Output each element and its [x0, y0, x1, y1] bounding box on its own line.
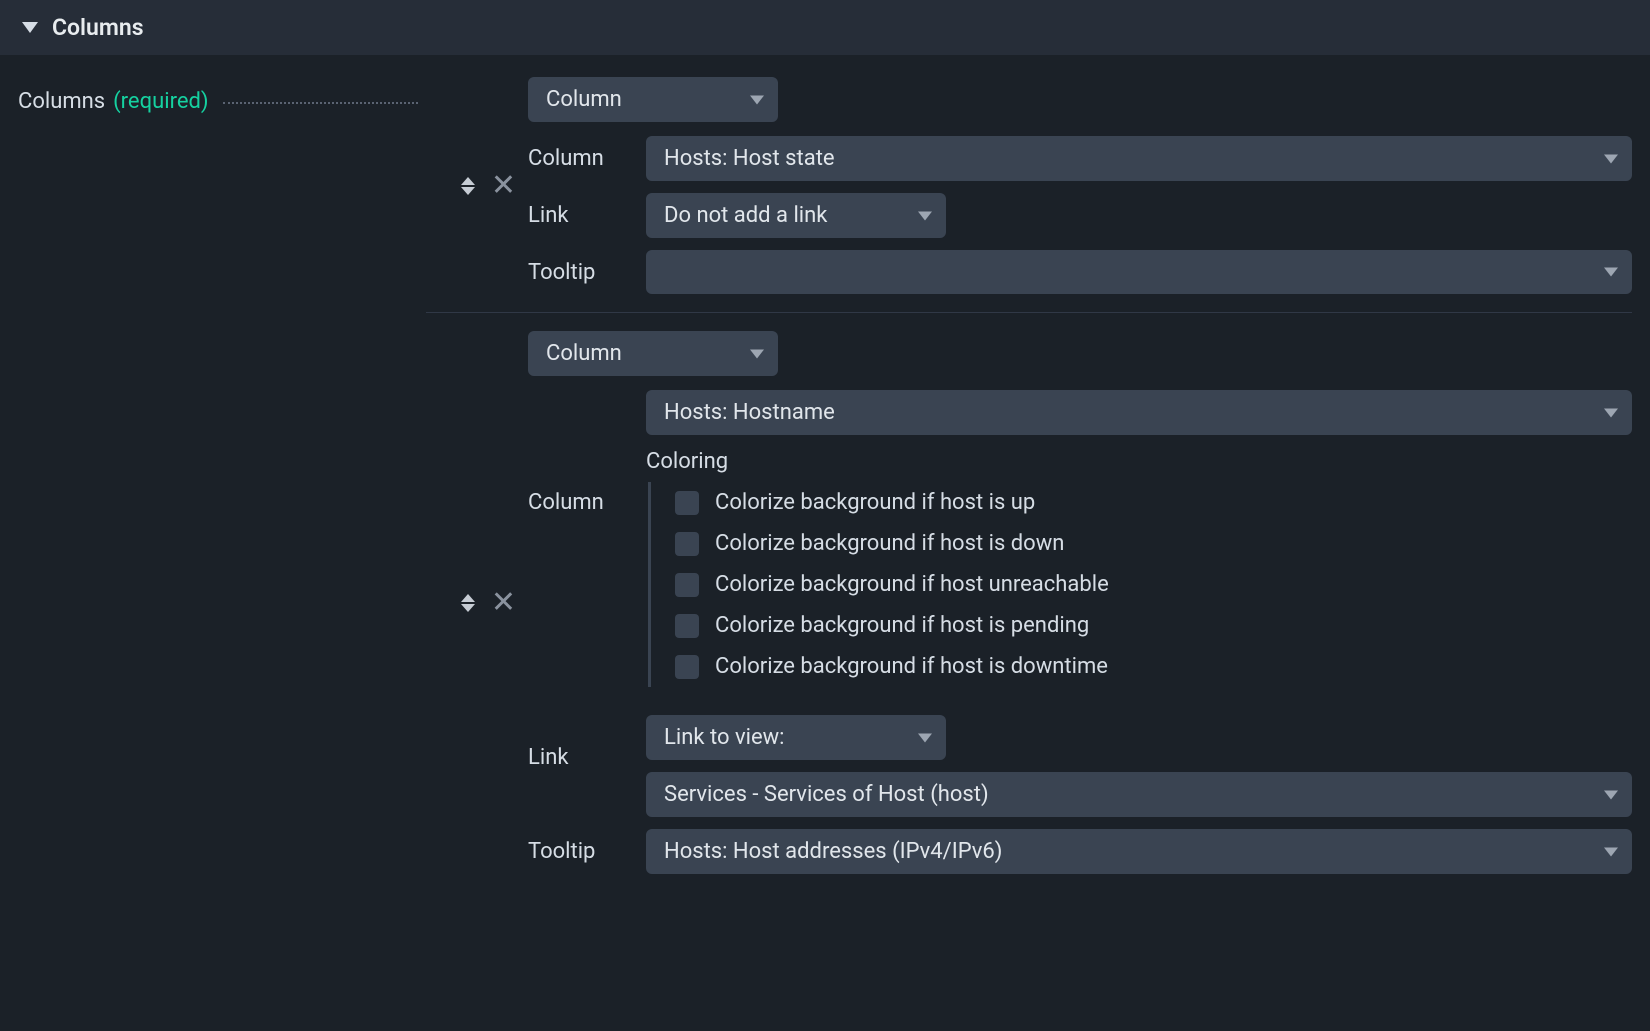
entry-type-value: Column [546, 87, 622, 112]
column-select[interactable]: Hosts: Host state [646, 136, 1632, 181]
coloring-option[interactable]: Colorize background if host unreachable [675, 564, 1632, 605]
required-badge: (required) [113, 89, 208, 114]
chevron-down-icon [1604, 154, 1618, 163]
chevron-down-icon [1604, 408, 1618, 417]
entry-type-select[interactable]: Column [528, 77, 778, 122]
chevron-down-icon [750, 349, 764, 358]
coloring-option[interactable]: Colorize background if host is downtime [675, 646, 1632, 687]
chevron-down-icon [461, 604, 475, 612]
section-header[interactable]: Columns [0, 0, 1650, 55]
checkbox[interactable] [675, 573, 699, 597]
checkbox[interactable] [675, 491, 699, 515]
reorder-handle[interactable] [461, 177, 475, 195]
coloring-options: Colorize background if host is up Colori… [648, 482, 1632, 687]
checkbox[interactable] [675, 532, 699, 556]
chevron-down-icon [918, 733, 932, 742]
coloring-option[interactable]: Colorize background if host is up [675, 482, 1632, 523]
field-group-label: Columns (required) [18, 77, 418, 114]
tooltip-field-label: Tooltip [528, 839, 632, 864]
coloring-option[interactable]: Colorize background if host is down [675, 523, 1632, 564]
chevron-down-icon [918, 211, 932, 220]
chevron-up-icon [461, 177, 475, 185]
link-field-label: Link [528, 715, 632, 770]
column-select[interactable]: Hosts: Hostname [646, 390, 1632, 435]
tooltip-select[interactable]: Hosts: Host addresses (IPv4/IPv6) [646, 829, 1632, 874]
entry-type-select[interactable]: Column [528, 331, 778, 376]
collapse-caret-icon [22, 22, 38, 33]
remove-entry-button[interactable]: ✕ [491, 171, 516, 201]
chevron-down-icon [750, 95, 764, 104]
chevron-down-icon [1604, 847, 1618, 856]
link-field-label: Link [528, 203, 632, 228]
checkbox[interactable] [675, 655, 699, 679]
column-entry: ✕ Column Column Hosts: Host state [426, 77, 1632, 312]
coloring-option[interactable]: Colorize background if host is pending [675, 605, 1632, 646]
link-mode-value: Link to view: [664, 725, 784, 750]
tooltip-value: Hosts: Host addresses (IPv4/IPv6) [664, 839, 1002, 864]
coloring-option-label: Colorize background if host is pending [715, 613, 1089, 638]
coloring-option-label: Colorize background if host unreachable [715, 572, 1109, 597]
entry-type-value: Column [546, 341, 622, 366]
link-target-select[interactable]: Services - Services of Host (host) [646, 772, 1632, 817]
chevron-up-icon [461, 594, 475, 602]
coloring-option-label: Colorize background if host is up [715, 490, 1035, 515]
column-entry: ✕ Column Column Hosts: Hostname [426, 331, 1632, 892]
column-field-label: Column [528, 390, 632, 515]
tooltip-field-label: Tooltip [528, 260, 632, 285]
reorder-handle[interactable] [461, 594, 475, 612]
coloring-title: Coloring [646, 449, 1632, 474]
entry-divider [426, 312, 1632, 313]
checkbox[interactable] [675, 614, 699, 638]
section-title: Columns [52, 14, 144, 41]
link-value: Do not add a link [664, 203, 827, 228]
link-select[interactable]: Do not add a link [646, 193, 946, 238]
chevron-down-icon [461, 187, 475, 195]
column-value: Hosts: Host state [664, 146, 835, 171]
column-value: Hosts: Hostname [664, 400, 835, 425]
chevron-down-icon [1604, 268, 1618, 277]
chevron-down-icon [1604, 790, 1618, 799]
link-mode-select[interactable]: Link to view: [646, 715, 946, 760]
coloring-option-label: Colorize background if host is down [715, 531, 1064, 556]
coloring-option-label: Colorize background if host is downtime [715, 654, 1108, 679]
dotted-leader [223, 102, 418, 104]
column-field-label: Column [528, 146, 632, 171]
columns-label: Columns [18, 89, 105, 114]
link-target-value: Services - Services of Host (host) [664, 782, 989, 807]
remove-entry-button[interactable]: ✕ [491, 588, 516, 618]
tooltip-select[interactable] [646, 250, 1632, 294]
